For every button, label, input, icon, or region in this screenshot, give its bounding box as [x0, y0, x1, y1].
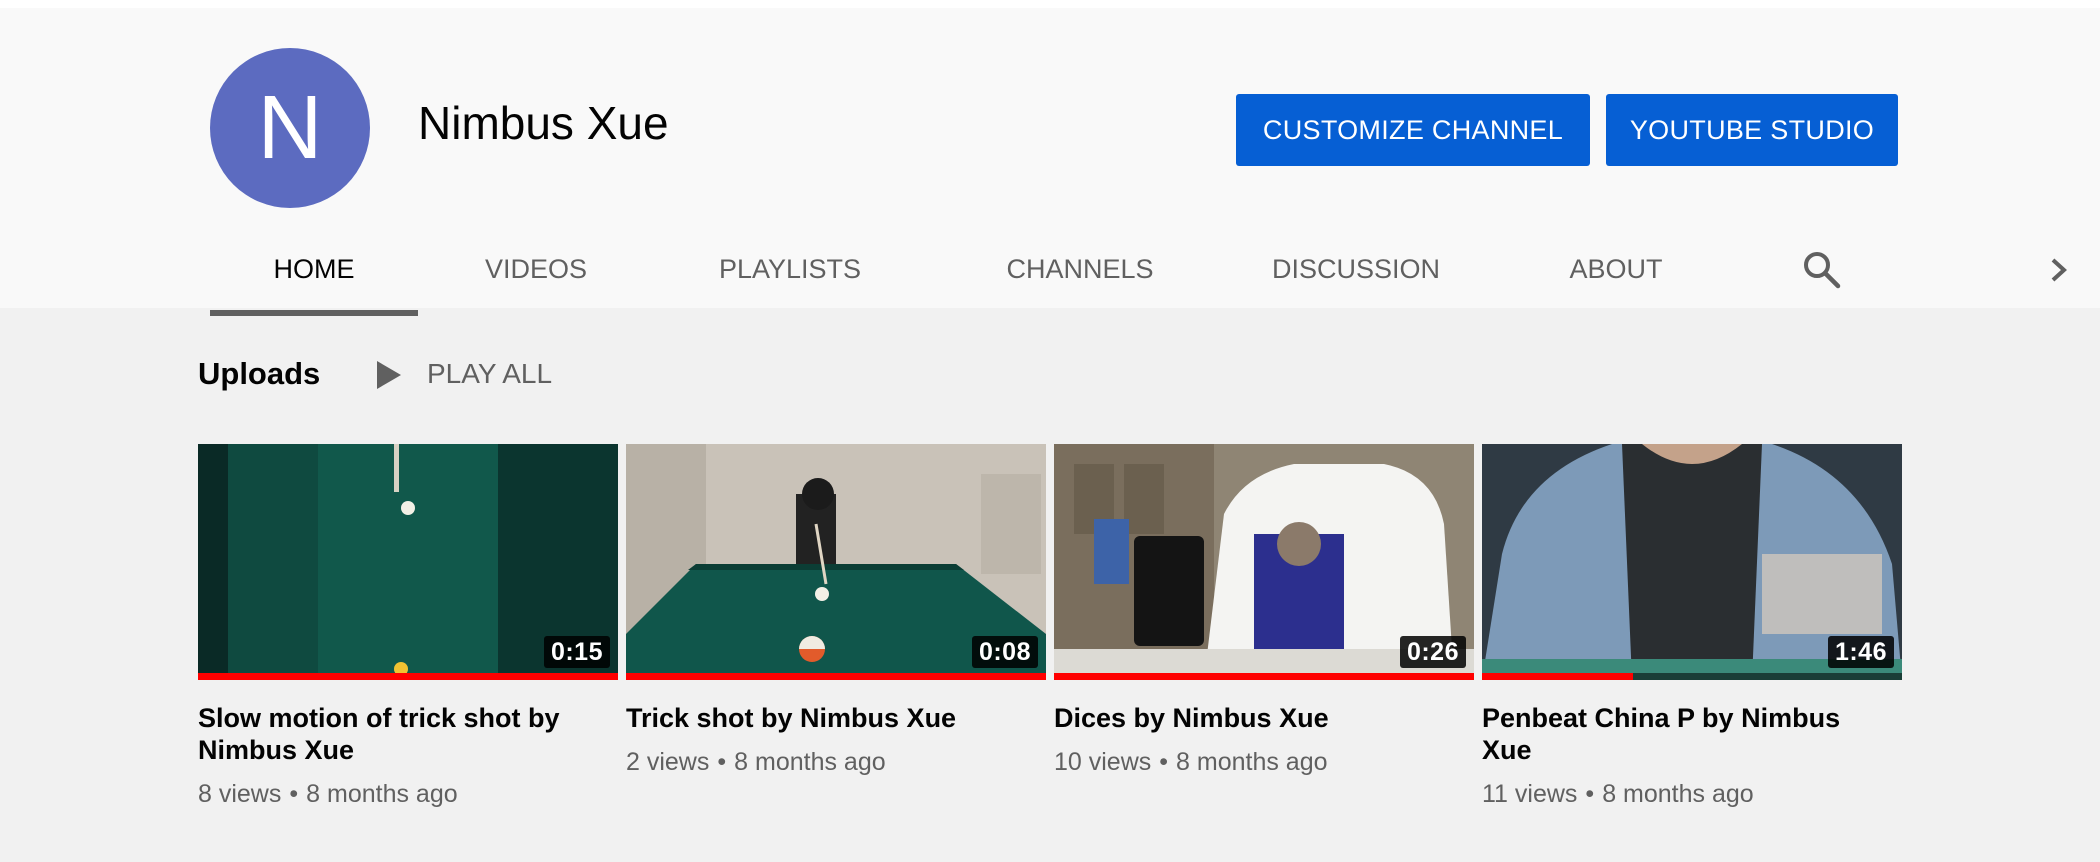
youtube-studio-button[interactable]: YOUTUBE STUDIO — [1606, 94, 1898, 166]
channel-avatar[interactable]: N — [210, 48, 370, 208]
play-all-label: PLAY ALL — [427, 358, 553, 389]
video-thumbnail[interactable]: 0:26 — [1054, 444, 1474, 680]
tab-playlists[interactable]: PLAYLISTS — [700, 230, 880, 316]
watch-progress-bar — [1482, 673, 1902, 680]
video-meta: 11 views • 8 months ago — [1482, 780, 1902, 809]
video-views: 11 views — [1482, 780, 1578, 808]
video-meta: 2 views • 8 months ago — [626, 748, 1046, 777]
meta-separator: • — [289, 780, 299, 808]
top-strip — [0, 0, 2100, 8]
video-thumbnail[interactable]: 0:08 — [626, 444, 1046, 680]
video-meta: 10 views • 8 months ago — [1054, 748, 1474, 777]
video-card[interactable]: 0:15 Slow motion of trick shot by Nimbus… — [198, 444, 618, 809]
video-duration: 1:46 — [1827, 636, 1894, 668]
meta-separator: • — [1159, 748, 1169, 776]
watch-progress-bar — [198, 673, 618, 680]
video-card[interactable]: 1:46 Penbeat China P by Nimbus Xue 11 vi… — [1482, 444, 1902, 809]
uploads-heading[interactable]: Uploads — [198, 356, 320, 392]
video-card[interactable]: 0:26 Dices by Nimbus Xue 10 views • 8 mont… — [1054, 444, 1474, 777]
tab-home[interactable]: HOME — [210, 230, 418, 316]
channel-tabs: HOME VIDEOS PLAYLISTS CHANNELS DISCUSSIO… — [0, 230, 2100, 316]
video-duration: 0:08 — [971, 636, 1038, 668]
video-views: 2 views — [626, 748, 710, 776]
video-views: 8 views — [198, 780, 282, 808]
video-age: 8 months ago — [734, 748, 886, 776]
watch-progress-bar — [626, 673, 1046, 680]
video-age: 8 months ago — [1176, 748, 1328, 776]
tab-about[interactable]: ABOUT — [1556, 230, 1676, 316]
video-duration: 0:15 — [543, 636, 610, 668]
play-icon — [376, 360, 402, 390]
meta-separator: • — [717, 748, 727, 776]
video-title[interactable]: Trick shot by Nimbus Xue — [626, 702, 1026, 734]
video-meta: 8 views • 8 months ago — [198, 780, 618, 809]
customize-channel-button[interactable]: CUSTOMIZE CHANNEL — [1236, 94, 1590, 166]
video-thumbnail[interactable]: 0:15 — [198, 444, 618, 680]
video-duration: 0:26 — [1399, 636, 1466, 668]
video-title[interactable]: Penbeat China P by Nimbus Xue — [1482, 702, 1882, 766]
watch-progress-bar — [1054, 673, 1474, 680]
video-card[interactable]: 0:08 Trick shot by Nimbus Xue 2 views • 8 … — [626, 444, 1046, 777]
channel-name: Nimbus Xue — [418, 97, 669, 149]
search-icon[interactable] — [1800, 248, 1844, 292]
video-age: 8 months ago — [306, 780, 458, 808]
video-title[interactable]: Slow motion of trick shot by Nimbus Xue — [198, 702, 598, 766]
tab-channels[interactable]: CHANNELS — [980, 230, 1180, 316]
video-title[interactable]: Dices by Nimbus Xue — [1054, 702, 1454, 734]
tab-videos[interactable]: VIDEOS — [460, 230, 612, 316]
channel-header: N Nimbus Xue CUSTOMIZE CHANNEL YOUTUBE S… — [0, 8, 2100, 316]
meta-separator: • — [1585, 780, 1595, 808]
video-age: 8 months ago — [1602, 780, 1754, 808]
video-thumbnail[interactable]: 1:46 — [1482, 444, 1902, 680]
video-views: 10 views — [1054, 748, 1152, 776]
tab-discussion[interactable]: DISCUSSION — [1260, 230, 1452, 316]
chevron-right-icon[interactable] — [2044, 252, 2074, 288]
